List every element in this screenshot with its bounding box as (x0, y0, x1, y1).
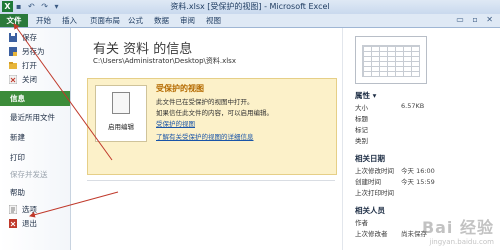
nav-new-label: 新建 (10, 133, 25, 142)
section-divider (87, 180, 335, 181)
title-bar: X ▪ ↶ ↷ ▾ 资料.xlsx [受保护的视图] - Microsoft E… (0, 0, 500, 15)
file-thumbnail (355, 36, 427, 84)
nav-save-send-label: 保存并发送 (10, 170, 48, 179)
nav-save-as-label: 另存为 (22, 47, 45, 56)
watermark-text: Bai 经验 (421, 218, 494, 237)
document-pencil-icon (112, 92, 130, 114)
nav-save-label: 保存 (22, 33, 37, 42)
nav-recent-label: 最近所用文件 (10, 113, 55, 122)
nav-help-label: 帮助 (10, 188, 25, 197)
watermark: Bai 经验 jingyan.baidu.com (422, 214, 494, 246)
date-key: 上次打印时间 (355, 189, 394, 197)
date-value: 今天 16:00 (401, 167, 435, 175)
nav-info[interactable]: 信息 (0, 91, 70, 106)
nav-new[interactable]: 新建 (0, 131, 70, 144)
nav-help[interactable]: 帮助 (0, 186, 70, 199)
nav-exit[interactable]: 退出 (0, 217, 70, 230)
ribbon-tab-bar: 文件 开始 插入 页面布局 公式 数据 审阅 视图 ▭ ▫ ✕ (0, 14, 500, 28)
date-key: 创建时间 (355, 178, 381, 186)
tab-review[interactable]: 审阅 (180, 14, 195, 27)
tab-view[interactable]: 视图 (206, 14, 221, 27)
people-key: 作者 (355, 219, 368, 227)
file-path: C:\Users\Administrator\Desktop\资料.xlsx (93, 57, 236, 65)
protected-view-heading: 受保护的视图 (156, 84, 204, 93)
enable-editing-label: 启用编辑 (108, 123, 134, 131)
protected-view-settings-link[interactable]: 受保护的视图 (156, 118, 195, 128)
save-icon (9, 33, 17, 42)
nav-close[interactable]: 关闭 (0, 73, 70, 86)
enable-editing-button[interactable]: 启用编辑 (95, 85, 147, 142)
nav-exit-label: 退出 (22, 219, 37, 228)
nav-print-label: 打印 (10, 153, 25, 162)
learn-more-link[interactable]: 了解有关受保护的视图的详细信息 (156, 131, 254, 141)
info-title: 有关 资料 的信息 (93, 42, 193, 57)
nav-open[interactable]: 打开 (0, 59, 70, 72)
prop-key: 大小 (355, 104, 368, 112)
backstage-nav: 保存 另存为 打开 关闭 信息 最近所用文件 新建 打印 保存并发送 帮助 选项… (0, 28, 71, 250)
related-people-header: 相关人员 (355, 206, 385, 215)
tab-home[interactable]: 开始 (36, 14, 51, 27)
options-icon (9, 205, 17, 214)
window-title: 资料.xlsx [受保护的视图] - Microsoft Excel (170, 2, 330, 11)
prop-key: 标记 (355, 126, 368, 134)
window-controls[interactable]: ▭ ▫ ✕ (456, 15, 496, 24)
tab-formulas[interactable]: 公式 (128, 14, 143, 27)
nav-info-label: 信息 (10, 94, 25, 103)
info-pane: 有关 资料 的信息 C:\Users\Administrator\Desktop… (71, 28, 341, 250)
protected-view-card: 启用编辑 受保护的视图 此文件已在受保护的视图中打开。 如果信任此文件的内容，可… (87, 78, 337, 175)
people-key: 上次修改者 (355, 230, 388, 238)
tab-file[interactable]: 文件 (0, 14, 28, 27)
properties-header[interactable]: 属性 ▾ (355, 90, 376, 101)
related-dates-header: 相关日期 (355, 154, 385, 163)
nav-open-label: 打开 (22, 61, 37, 70)
watermark-sub: jingyan.baidu.com (429, 238, 494, 246)
protected-view-line-1: 此文件已在受保护的视图中打开。 (156, 98, 254, 106)
prop-key: 类别 (355, 137, 368, 145)
nav-save[interactable]: 保存 (0, 31, 70, 44)
nav-recent[interactable]: 最近所用文件 (0, 111, 70, 124)
nav-close-label: 关闭 (22, 75, 37, 84)
nav-options[interactable]: 选项 (0, 203, 70, 216)
prop-key: 标题 (355, 115, 368, 123)
save-as-icon (9, 47, 17, 56)
open-folder-icon (9, 62, 17, 69)
prop-value: 6.57KB (401, 102, 425, 110)
nav-print[interactable]: 打印 (0, 151, 70, 164)
tab-data[interactable]: 数据 (154, 14, 169, 27)
close-file-icon (9, 75, 17, 84)
tab-insert[interactable]: 插入 (62, 14, 77, 27)
date-value: 今天 15:59 (401, 178, 435, 186)
protected-view-line-2: 如果信任此文件的内容，可以启用编辑。 (156, 109, 273, 117)
tab-page-layout[interactable]: 页面布局 (90, 14, 120, 27)
nav-save-send[interactable]: 保存并发送 (0, 168, 70, 181)
date-key: 上次修改时间 (355, 167, 394, 175)
exit-icon (9, 219, 17, 228)
nav-options-label: 选项 (22, 205, 37, 214)
nav-save-as[interactable]: 另存为 (0, 45, 70, 58)
